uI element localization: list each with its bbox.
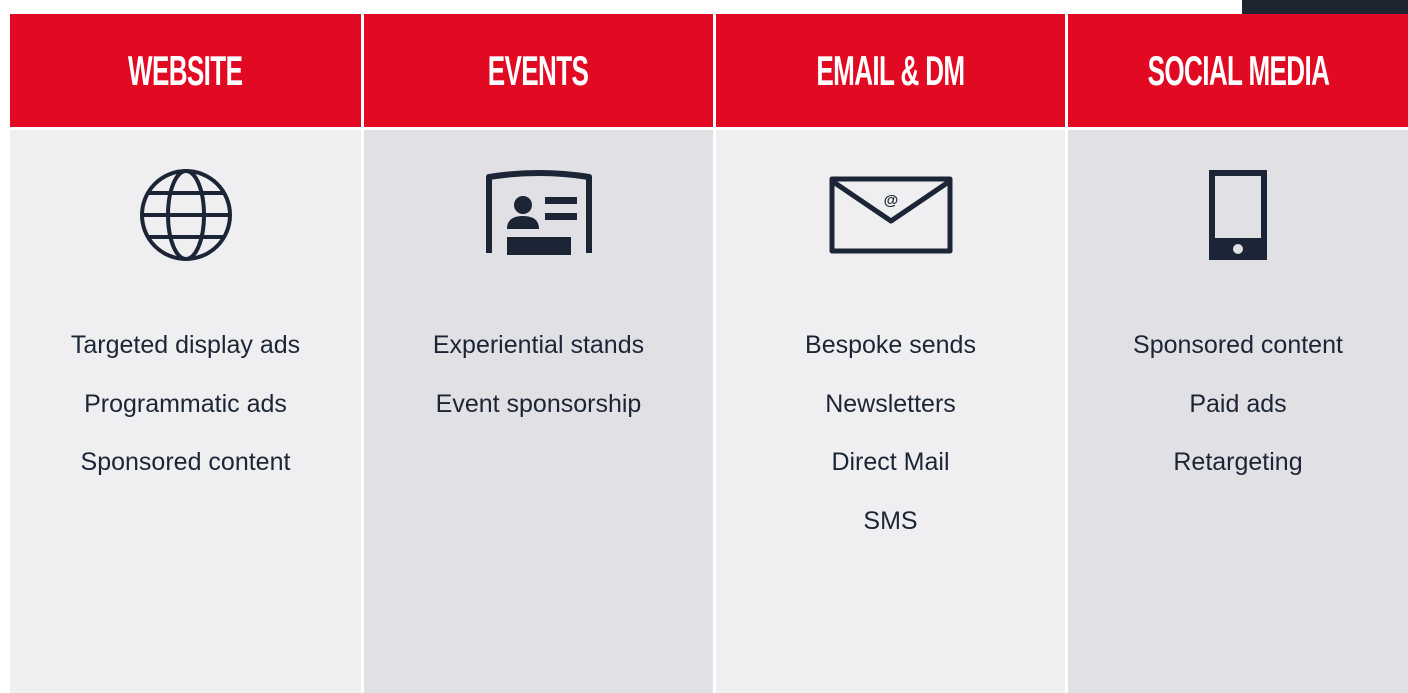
column-body: Targeted display ads Programmatic ads Sp…: [10, 130, 361, 693]
column-social-media: SOCIAL MEDIA Sponsored content Paid ads …: [1068, 14, 1408, 693]
event-badge-icon: [485, 170, 592, 255]
svg-text:@: @: [883, 192, 898, 209]
item-list: Experiential stands Event sponsorship: [433, 316, 644, 433]
corner-tab: [1242, 0, 1408, 14]
column-header: WEBSITE: [10, 14, 361, 127]
globe-icon: [139, 169, 232, 261]
list-item: Event sponsorship: [435, 389, 642, 418]
column-title: EVENTS: [488, 46, 589, 94]
mobile-phone-icon: [1209, 170, 1267, 260]
channels-grid: WEBSITE Targeted display ads Programmati…: [10, 14, 1408, 693]
list-item: Targeted display ads: [70, 331, 301, 359]
list-item: Bespoke sends: [805, 331, 976, 359]
item-list: Targeted display ads Programmatic ads Sp…: [71, 316, 300, 492]
column-header: SOCIAL MEDIA: [1068, 14, 1408, 127]
list-item: Sponsored content: [80, 448, 291, 476]
item-list: Sponsored content Paid ads Retargeting: [1133, 316, 1343, 492]
list-item: Retargeting: [1173, 448, 1303, 476]
list-item: Paid ads: [1189, 389, 1287, 418]
column-body: Experiential stands Event sponsorship: [364, 130, 713, 693]
list-item: Newsletters: [825, 389, 956, 418]
list-item: Direct Mail: [831, 448, 950, 476]
list-item: Programmatic ads: [84, 389, 287, 418]
column-email-dm: EMAIL & DM @ Bespoke sends Newsletters D…: [716, 14, 1065, 693]
column-body: @ Bespoke sends Newsletters Direct Mail …: [716, 130, 1065, 693]
item-list: Bespoke sends Newsletters Direct Mail SM…: [805, 316, 976, 550]
column-title: WEBSITE: [128, 46, 243, 94]
list-item: Experiential stands: [432, 331, 645, 359]
column-title: SOCIAL MEDIA: [1147, 46, 1329, 94]
list-item: SMS: [863, 506, 918, 535]
column-header: EVENTS: [364, 14, 713, 127]
list-item: Sponsored content: [1133, 331, 1343, 359]
column-header: EMAIL & DM: [716, 14, 1065, 127]
email-envelope-icon: @: [829, 176, 952, 254]
column-website: WEBSITE Targeted display ads Programmati…: [10, 14, 361, 693]
column-events: EVENTS Experiential stands Event sponsor…: [364, 14, 713, 693]
column-title: EMAIL & DM: [816, 46, 965, 94]
column-body: Sponsored content Paid ads Retargeting: [1068, 130, 1408, 693]
